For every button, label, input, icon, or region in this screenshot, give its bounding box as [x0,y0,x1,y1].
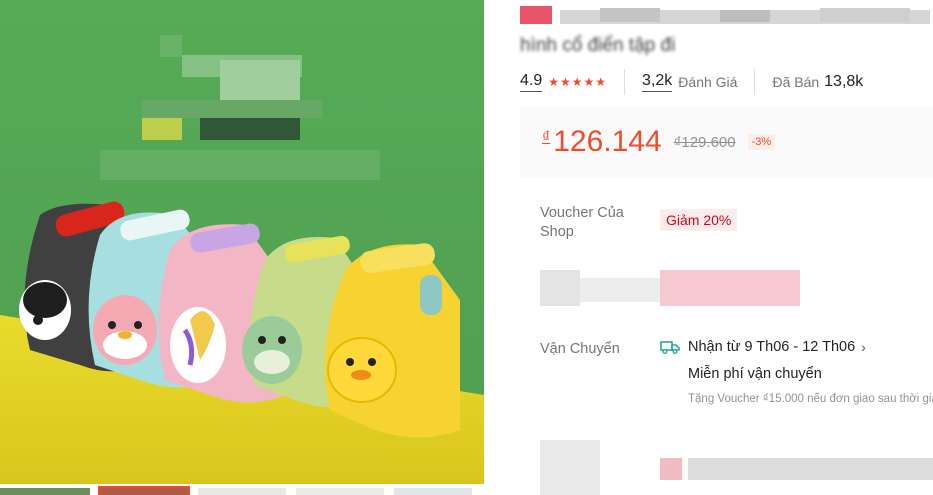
voucher-label: Voucher Của Shop [540,205,624,240]
pixelated-block [580,278,660,302]
pixelated-chip [660,458,682,480]
price-box: ₫ 126.144 ₫129.600 -3% [520,107,933,177]
product-main-image[interactable] [0,0,484,484]
delivery-estimate[interactable]: Nhận từ 9 Th06 - 12 Th06 › [660,339,866,355]
truck-icon [660,341,680,354]
pixelated-label [540,440,600,495]
thumbnail[interactable] [296,488,384,495]
current-price: 126.144 [553,125,662,158]
pixelated-title [520,6,930,24]
discount-badge: -3% [747,134,776,150]
voucher-chip[interactable]: Giảm 20% [660,209,738,231]
shipping-label: Vận Chuyển [540,341,620,357]
pixelated-chip [660,270,800,306]
currency-symbol: ₫ [542,129,551,146]
product-gallery [0,0,484,495]
product-info-panel: hình cổ điển tập đi 4.9 ★★★★★ 3,2k Đánh … [484,0,933,495]
star-rating-icon: ★★★★★ [548,75,608,89]
thumbnail-active[interactable] [98,486,190,495]
sold-label: Đã Bán [772,74,820,90]
sold-count: 13,8k [824,73,864,90]
delivery-text: Nhận từ 9 Th06 - 12 Th06 [688,339,856,355]
pixelated-label [540,270,580,306]
rating-value[interactable]: 4.9 [520,72,543,92]
original-price: ₫129.600 [673,133,736,151]
chevron-right-icon: › [861,339,866,355]
thumbnail[interactable] [198,488,286,495]
product-stats: 4.9 ★★★★★ 3,2k Đánh Giá Đã Bán 13,8k [520,68,863,96]
shipping-info: Nhận từ 9 Th06 - 12 Th06 › Miễn phí vận … [660,339,933,405]
product-photo [0,0,484,484]
thumbnail-strip [0,486,484,495]
shipping-voucher-note: Tặng Voucher ₫15.000 nếu đơn giao sau th… [688,393,933,405]
reviews-label: Đánh Giá [678,74,738,90]
thumbnail[interactable] [394,488,472,495]
divider [754,69,756,95]
reviews-count[interactable]: 3,2k [642,72,673,92]
product-title: hình cổ điển tập đi [520,35,676,56]
thumbnail[interactable] [0,488,90,495]
free-shipping-text: Miễn phí vận chuyển [688,366,822,382]
pixelated-block [688,458,933,480]
divider [624,69,626,95]
